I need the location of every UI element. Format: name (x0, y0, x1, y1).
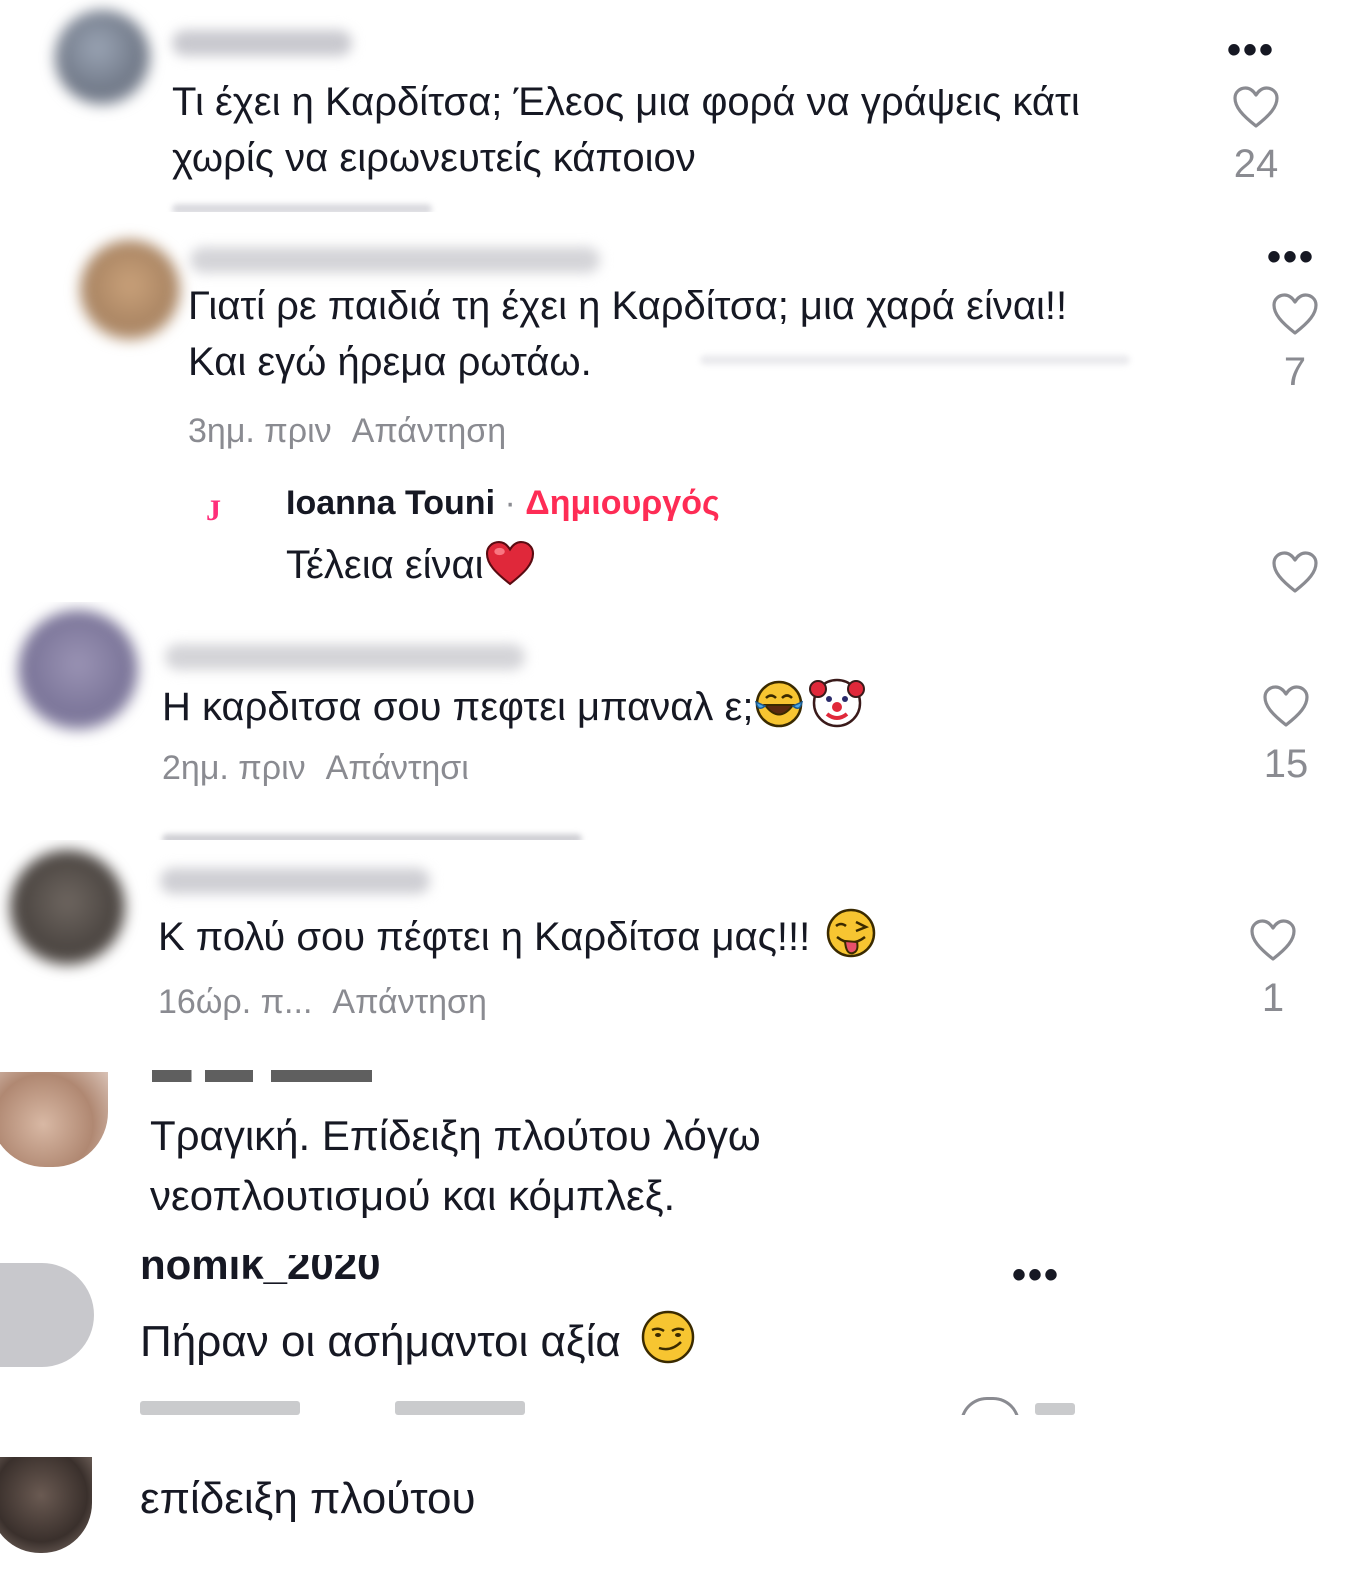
comment-text: Τραγική. Επίδειξη πλούτου λόγω νεοπλουτι… (150, 1112, 761, 1219)
creator-badge: Δημιουργός (525, 484, 720, 522)
like-count: 24 (1233, 142, 1279, 186)
comment-text: Τι έχει η Καρδίτσα; Έλεος μια φορά να γρ… (172, 80, 1080, 180)
comment-time: 16ώρ. π... (158, 983, 313, 1021)
smirk-emoji (641, 1310, 695, 1364)
reply-heart-icon[interactable] (1271, 550, 1319, 594)
comment-text: Πήραν οι ασήμαντοι αξία (140, 1317, 621, 1366)
heart-icon[interactable] (1249, 918, 1297, 962)
comment-time: 3ημ. πριν (188, 412, 332, 450)
username-blurred[interactable] (190, 247, 600, 273)
like-count: 7 (1283, 350, 1307, 394)
comment-text-row: Η καρδιτσα σου πεφτει μπαναλ ε; (162, 674, 866, 735)
meta-cut (140, 1397, 1110, 1415)
avatar[interactable] (80, 240, 180, 340)
avatar[interactable] (18, 610, 138, 730)
avatar[interactable] (10, 850, 125, 965)
winking-tongue-emoji (826, 908, 876, 958)
username-blurred[interactable] (172, 30, 352, 56)
comment-2: Γιατί ρε παιδιά τη έχει η Καρδίτσα; μια … (0, 212, 1360, 602)
clown-emoji (809, 678, 866, 728)
username[interactable]: nomik_2020 (140, 1255, 380, 1289)
reply-button[interactable]: Απάντησι (326, 749, 469, 787)
comment-text: Η καρδιτσα σου πεφτει μπαναλ ε; (162, 685, 754, 729)
avatar[interactable] (0, 1263, 94, 1367)
username-cut[interactable] (152, 1070, 372, 1082)
comment-text: Γιατί ρε παιδιά τη έχει η Καρδίτσα; μια … (188, 284, 1068, 384)
more-options-icon[interactable]: ••• (1267, 237, 1315, 277)
heart-icon[interactable] (1262, 684, 1310, 728)
reply-button[interactable]: Απάντηση (352, 412, 507, 450)
comment-text: Κ πολύ σου πέφτει η Καρδίτσα μας!!! (158, 915, 811, 959)
avatar[interactable] (0, 1457, 92, 1553)
more-options-icon[interactable]: ••• (1227, 30, 1275, 70)
comment-5: Τραγική. Επίδειξη πλούτου λόγω νεοπλουτι… (0, 1050, 1360, 1255)
comment-meta: 16ώρ. π... Απάντηση (158, 983, 487, 1022)
comment-meta: 3ημ. πριν Απάντηση (188, 412, 506, 451)
comment-text-row: Κ πολύ σου πέφτει η Καρδίτσα μας!!! (158, 906, 878, 965)
username-blurred[interactable] (165, 644, 525, 670)
comment-6: nomik_2020 ••• Πήραν οι ασήμαντοι αξία (0, 1255, 1360, 1445)
creator-name[interactable]: Ioanna Touni (286, 484, 495, 522)
creator-avatar[interactable]: J (206, 494, 221, 528)
comment-3: Η καρδιτσα σου πεφτει μπαναλ ε; 2ημ. πρι… (0, 602, 1360, 840)
reply-button[interactable]: Απάντηση (332, 983, 487, 1021)
heart-icon[interactable] (1232, 85, 1280, 129)
comment-time: 2ημ. πριν (162, 749, 306, 787)
tears-of-joy-emoji (755, 680, 804, 728)
avatar[interactable] (0, 1072, 108, 1167)
meta-blurred (172, 204, 432, 212)
blur-artifact (700, 355, 1130, 365)
like-count: 15 (1263, 742, 1309, 786)
heart-icon[interactable] (1271, 292, 1319, 336)
comment-4: Κ πολύ σου πέφτει η Καρδίτσα μας!!! 16ώρ… (0, 840, 1360, 1050)
comment-7: επίδειξη πλούτου (0, 1445, 1360, 1587)
separator: · (504, 484, 516, 522)
like-count: 1 (1261, 976, 1285, 1020)
creator-reply-text: Τέλεια είναι (286, 543, 484, 587)
comment-1: Τι έχει η Καρδίτσα; Έλεος μια φορά να γρ… (0, 0, 1360, 212)
username-blurred[interactable] (160, 868, 430, 894)
creator-header: Ioanna Touni · Δημιουργός (286, 484, 720, 523)
creator-reply-body: Τέλεια είναι (286, 537, 536, 593)
comment-text: επίδειξη πλούτου (140, 1474, 476, 1523)
more-options-icon[interactable]: ••• (1012, 1255, 1060, 1295)
avatar[interactable] (55, 10, 150, 105)
red-heart-emoji (485, 541, 534, 586)
comment-meta: 2ημ. πριν Απάντησι (162, 749, 469, 788)
comment-text-row: Πήραν οι ασήμαντοι αξία (140, 1308, 697, 1372)
